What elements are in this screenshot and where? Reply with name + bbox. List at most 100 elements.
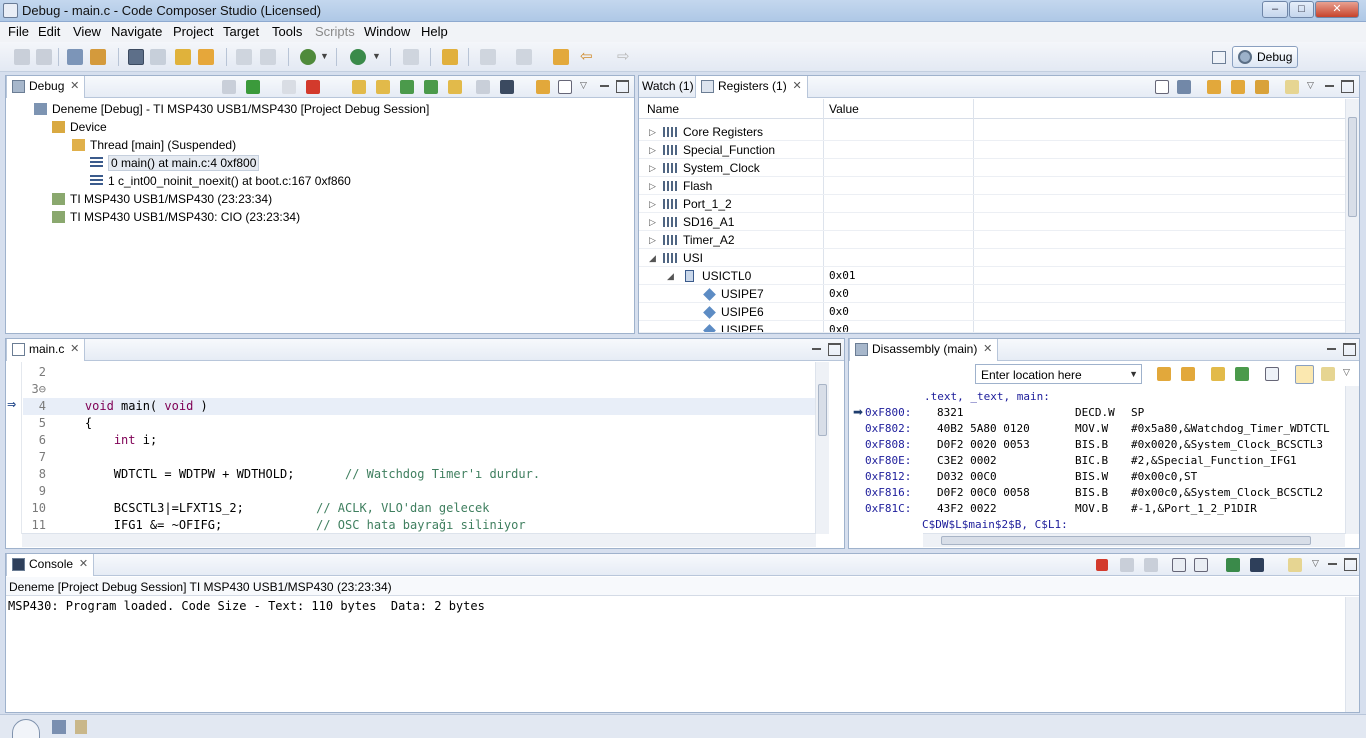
scroll-lock-icon[interactable]: [1194, 558, 1208, 572]
disassembly-row[interactable]: 0xF80E: C3E2 0002 BIC.B #2,&Special_Func…: [865, 453, 1345, 469]
terminate-icon[interactable]: [1096, 559, 1108, 571]
debug-icon[interactable]: [67, 49, 83, 65]
disassembly-row[interactable]: 0xF816: D0F2 00C0 0058 BIS.B #0x00c0,&Sy…: [865, 485, 1345, 501]
editor-hscrollbar[interactable]: [22, 533, 816, 547]
code-line[interactable]: void main( void ): [56, 381, 208, 413]
collapse-icon[interactable]: ◢: [667, 267, 674, 285]
pencil-icon[interactable]: [403, 49, 419, 65]
code-line[interactable]: {: [56, 398, 92, 430]
tree-row-cio[interactable]: TI MSP430 USB1/MSP430: CIO (23:23:34): [52, 208, 300, 226]
disassembly-row[interactable]: 0xF808: D0F2 0020 0053 BIS.B #0x0020,&Sy…: [865, 437, 1345, 453]
clear-console-icon[interactable]: [1172, 558, 1186, 572]
build-icon[interactable]: [90, 49, 106, 65]
link-with-debug-icon[interactable]: [1295, 365, 1314, 384]
menu-edit[interactable]: Edit: [38, 24, 60, 39]
register-row[interactable]: ▷ Flash: [639, 177, 1345, 195]
remove-terminated-icon[interactable]: [222, 80, 236, 94]
scroll-thumb[interactable]: [1348, 117, 1357, 217]
minimize-view-button[interactable]: [598, 80, 611, 93]
maximize-view-button[interactable]: [1343, 343, 1356, 356]
maximize-view-button[interactable]: [616, 80, 629, 93]
reset-icon[interactable]: [476, 80, 490, 94]
tab-console[interactable]: Console ✕: [6, 554, 95, 576]
prev-annotation-icon[interactable]: [516, 49, 532, 65]
menu-project[interactable]: Project: [173, 24, 213, 39]
tab-main-c[interactable]: main.c ✕: [6, 339, 86, 361]
asm-step-icon[interactable]: [424, 80, 438, 94]
editor-ruler[interactable]: [6, 362, 22, 534]
registers-scrollbar[interactable]: [1345, 99, 1359, 333]
menu-tools[interactable]: Tools: [272, 24, 302, 39]
disassembly-hscrollbar[interactable]: [923, 533, 1345, 547]
view-menu-icon[interactable]: ▽: [580, 80, 593, 93]
connect-icon[interactable]: [500, 80, 514, 94]
display-console-icon[interactable]: [1250, 558, 1264, 572]
code-line[interactable]: WDTCTL = WDTPW + WDTHOLD; // Watchdog Ti…: [56, 449, 540, 481]
minimize-view-button[interactable]: [1325, 343, 1338, 356]
disassembly-row[interactable]: 0xF81C: 43F2 0022 MOV.B #-1,&Port_1_2_P1…: [865, 501, 1345, 517]
code-line[interactable]: IFG1 &= ~OFIFG; // OSC hata bayrağı sili…: [56, 500, 526, 532]
expand-icon[interactable]: ▷: [649, 195, 656, 213]
outline-icon[interactable]: [52, 720, 66, 734]
show-source-icon[interactable]: [1265, 367, 1279, 381]
tree-row-device[interactable]: Device: [52, 118, 107, 136]
pin-console-icon[interactable]: [1226, 558, 1240, 572]
expand-icon[interactable]: ▷: [649, 141, 656, 159]
close-button[interactable]: ✕: [1315, 1, 1359, 18]
tasks-icon[interactable]: [75, 720, 87, 734]
new-view-icon[interactable]: [1285, 80, 1299, 94]
tab-disassembly[interactable]: Disassembly (main) ✕: [849, 339, 999, 361]
open-perspective-icon[interactable]: [1212, 51, 1226, 64]
menu-view[interactable]: View: [73, 24, 101, 39]
remove-launch-icon[interactable]: [1120, 558, 1134, 572]
asm-step-over-icon[interactable]: [1235, 367, 1249, 381]
back-arrow-icon[interactable]: ⇦: [580, 47, 596, 65]
close-icon[interactable]: ✕: [70, 339, 79, 360]
expand-icon[interactable]: ▷: [649, 177, 656, 195]
refresh-icon[interactable]: [1181, 367, 1195, 381]
step-into-icon[interactable]: [352, 80, 366, 94]
open-task-icon[interactable]: [198, 49, 214, 65]
register-row[interactable]: ▷ Special_Function: [639, 141, 1345, 159]
tree-row-frame-1[interactable]: 1 c_int00_noinit_noexit() at boot.c:167 …: [90, 172, 351, 190]
collapse-all-icon[interactable]: [1155, 80, 1169, 94]
go-to-location-icon[interactable]: [1157, 367, 1171, 381]
editor-vscrollbar[interactable]: [815, 362, 829, 534]
resume-icon[interactable]: [246, 80, 260, 94]
link-icon[interactable]: [536, 80, 550, 94]
view-menu-icon[interactable]: ▽: [1343, 367, 1356, 380]
register-row[interactable]: USIPE7 0x0: [639, 285, 1345, 303]
remove-all-icon[interactable]: [1144, 558, 1158, 572]
continuous-refresh-icon[interactable]: [1231, 80, 1245, 94]
register-row[interactable]: ▷ Core Registers: [639, 123, 1345, 141]
disassembly-row[interactable]: 0xF802: 40B2 5A80 0120 MOV.W #0x5a80,&Wa…: [865, 421, 1345, 437]
collapse-all-icon[interactable]: [558, 80, 572, 94]
debug-perspective-button[interactable]: Debug: [1232, 46, 1298, 68]
scroll-thumb[interactable]: [818, 384, 827, 436]
save-icon[interactable]: [14, 49, 30, 65]
collapse-icon[interactable]: ◢: [649, 249, 656, 267]
menu-file[interactable]: File: [8, 24, 29, 39]
register-row[interactable]: ▷ Timer_A2: [639, 231, 1345, 249]
suspend-icon[interactable]: [282, 80, 296, 94]
menu-target[interactable]: Target: [223, 24, 259, 39]
disassembly-vscrollbar[interactable]: [1345, 386, 1359, 534]
breakpoint-icon[interactable]: [236, 49, 252, 65]
pin-icon[interactable]: [442, 49, 458, 65]
chevron-down-icon[interactable]: ▼: [372, 51, 381, 67]
register-row[interactable]: USIPE5 0x0: [639, 321, 1345, 333]
save-all-icon[interactable]: [36, 49, 52, 65]
disassembly-row[interactable]: 0xF800: 8321 DECD.W SP: [865, 405, 1345, 421]
minimize-button[interactable]: ‒: [1262, 1, 1288, 18]
last-edit-icon[interactable]: [553, 49, 569, 65]
code-line[interactable]: int i;: [56, 415, 157, 447]
expand-icon[interactable]: ▷: [649, 231, 656, 249]
maximize-view-button[interactable]: [1341, 80, 1354, 93]
fast-view-icon[interactable]: [12, 719, 40, 738]
tab-debug[interactable]: Debug ✕: [6, 76, 86, 98]
view-menu-icon[interactable]: ▽: [1307, 80, 1320, 93]
lock-icon[interactable]: [1255, 80, 1269, 94]
menu-window[interactable]: Window: [364, 24, 410, 39]
expand-icon[interactable]: ▷: [649, 159, 656, 177]
asm-step-into-icon[interactable]: [1211, 367, 1225, 381]
